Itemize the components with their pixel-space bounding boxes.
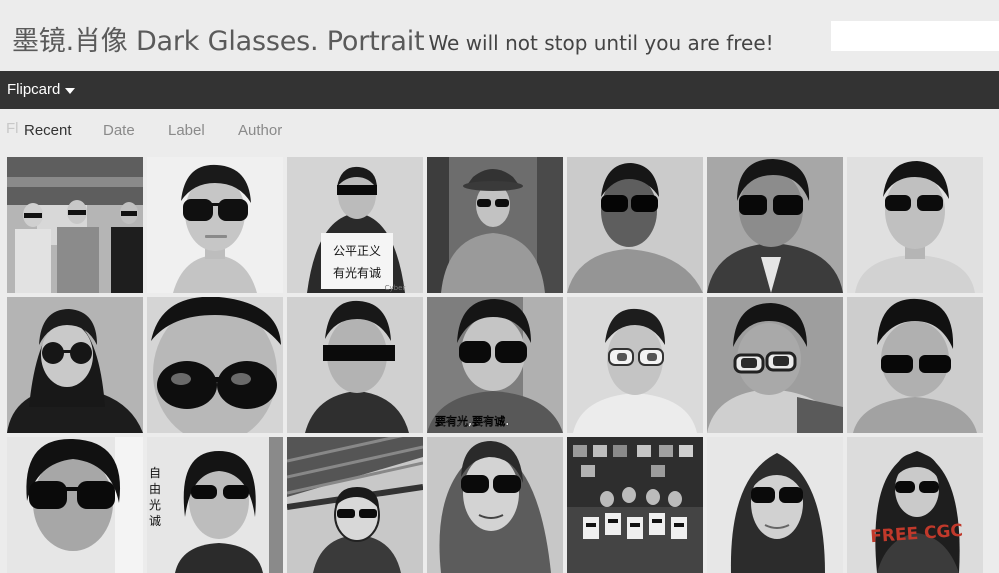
photo-watermark: Cyber (385, 284, 406, 292)
photo-thumbnail (567, 437, 703, 573)
photo-thumbnail (707, 437, 843, 573)
photo-thumbnail (707, 297, 843, 433)
photo-thumbnail (147, 297, 283, 433)
photo-thumbnail: 公平正义 有光有诚 Cyber (287, 157, 423, 293)
photo-card[interactable] (707, 437, 843, 573)
photo-thumbnail (287, 437, 423, 573)
photo-card[interactable]: 要有光,要有诚. (427, 297, 563, 433)
photo-thumbnail: 自由光诚 (147, 437, 283, 573)
photo-card[interactable] (287, 297, 423, 433)
tab-label[interactable]: Label (168, 122, 205, 139)
tab-recent[interactable]: Recent (24, 122, 72, 139)
photo-thumbnail (847, 157, 983, 293)
photo-card[interactable] (707, 157, 843, 293)
photo-thumbnail (427, 437, 563, 573)
flipcard-dropdown[interactable]: Flipcard (7, 81, 76, 98)
photo-card[interactable] (7, 437, 143, 573)
photo-thumbnail (567, 157, 703, 293)
view-tabs: Fl Recent Date Label Author (0, 109, 999, 154)
photo-thumbnail (7, 157, 143, 293)
caret-down-icon[interactable] (65, 87, 76, 94)
photo-thumbnail (7, 297, 143, 433)
photo-card[interactable] (567, 437, 703, 573)
flipcard-dropdown-label[interactable]: Flipcard (7, 81, 60, 98)
tab-author[interactable]: Author (238, 122, 282, 139)
photo-card[interactable] (7, 157, 143, 293)
photo-card[interactable] (427, 157, 563, 293)
photo-thumbnail: 要有光,要有诚. (427, 297, 563, 433)
photo-thumbnail (7, 437, 143, 573)
photo-card[interactable] (707, 297, 843, 433)
sign-line-2: 有光有诚 (333, 266, 381, 280)
search-input[interactable] (831, 21, 999, 51)
site-tagline: We will not stop until you are free! (428, 31, 774, 55)
photo-card[interactable] (847, 157, 983, 293)
photo-card[interactable]: 自由光诚 (147, 437, 283, 573)
photo-card[interactable] (287, 437, 423, 573)
photo-grid: 公平正义 有光有诚 Cyber 要有光,要有诚. 自由光诚 FREE CGC (7, 157, 999, 573)
photo-card[interactable] (847, 297, 983, 433)
photo-thumbnail (427, 157, 563, 293)
sign-line-1: 公平正义 (333, 244, 381, 258)
photo-thumbnail (287, 297, 423, 433)
site-title[interactable]: 墨镜.肖像 Dark Glasses. Portrait We will not … (12, 19, 774, 58)
navbar: Flipcard (0, 71, 999, 109)
photo-card[interactable] (7, 297, 143, 433)
photo-card[interactable]: FREE CGC (847, 437, 983, 573)
ghost-label: Fl (6, 120, 19, 137)
photo-thumbnail (147, 157, 283, 293)
photo-card[interactable] (567, 157, 703, 293)
photo-thumbnail: FREE CGC (847, 437, 983, 573)
photo-thumbnail (567, 297, 703, 433)
photo-thumbnail (847, 297, 983, 433)
photo-thumbnail (707, 157, 843, 293)
site-title-main[interactable]: 墨镜.肖像 Dark Glasses. Portrait (12, 26, 425, 57)
photo-caption: 要有光,要有诚. (435, 414, 509, 428)
photo-card[interactable] (427, 437, 563, 573)
tab-date[interactable]: Date (103, 122, 135, 139)
photo-card[interactable]: 公平正义 有光有诚 Cyber (287, 157, 423, 293)
photo-card[interactable] (147, 297, 283, 433)
photo-card[interactable] (567, 297, 703, 433)
site-header: 墨镜.肖像 Dark Glasses. Portrait We will not … (0, 0, 999, 71)
photo-card[interactable] (147, 157, 283, 293)
